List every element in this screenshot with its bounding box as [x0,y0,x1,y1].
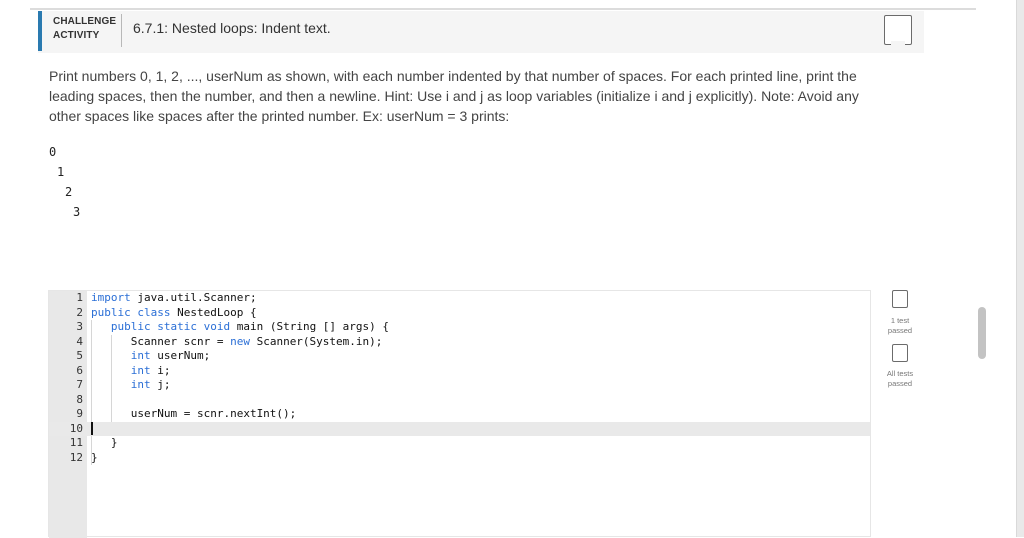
code-line[interactable]: 3 public static void main (String [] arg… [49,320,870,335]
line-number: 7 [76,378,83,391]
example-line: 3 [73,205,81,219]
line-number: 12 [69,450,83,464]
code-line[interactable]: 8 [49,393,870,408]
code-text: } [91,436,118,449]
header-accent-bar [38,11,42,51]
top-divider [30,8,976,10]
instructions-text: Print numbers 0, 1, 2, ..., userNum as s… [49,68,859,124]
code-text: import java.util.Scanner; [91,291,257,304]
line-number: 9 [76,407,83,420]
activity-title: 6.7.1: Nested loops: Indent text. [133,20,331,36]
line-number: 8 [76,392,83,406]
code-text: public class NestedLoop { [91,305,257,319]
code-text [91,421,93,438]
example-line: 1 [57,165,65,179]
completion-badge-icon [884,15,912,46]
activity-content: Print numbers 0, 1, 2, ..., userNum as s… [38,53,924,538]
line-number: 11 [69,436,83,449]
active-code-line[interactable]: 10 [49,421,870,438]
text-cursor [91,421,93,435]
code-line[interactable]: 7 int j; [49,378,870,393]
code-line[interactable]: 9 userNum = scnr.nextInt(); [49,407,870,422]
all-tests-checkbox-icon [892,344,908,362]
code-text: userNum = scnr.nextInt(); [91,407,297,420]
example-line: 2 [65,185,73,199]
page-scrollbar-thumb[interactable] [978,307,986,359]
line-number: 1 [76,291,83,304]
activity-header: CHALLENGE ACTIVITY 6.7.1: Nested loops: … [38,11,924,51]
line-number: 10 [69,421,83,435]
window-scroll-track[interactable] [1016,0,1024,537]
code-text: Scanner scnr = new Scanner(System.in); [91,334,383,348]
line-number: 6 [76,363,83,377]
code-text: int userNum; [130,349,211,362]
code-text: int j; [130,378,171,391]
code-line[interactable]: 4 Scanner scnr = new Scanner(System.in); [49,335,870,350]
code-line[interactable]: 1 import java.util.Scanner; [49,291,870,306]
code-line[interactable]: 2 public class NestedLoop { [49,306,870,321]
header-divider [121,14,122,47]
example-line: 0 [49,145,57,159]
code-editor[interactable]: 1 import java.util.Scanner; 2 public cla… [48,290,871,538]
line-number: 5 [76,349,83,362]
code-line[interactable]: 11 } [49,436,870,451]
challenge-activity: CHALLENGE ACTIVITY 6.7.1: Nested loops: … [38,11,924,538]
all-tests-label: All tests passed [886,369,914,388]
line-number: 2 [76,305,83,319]
one-test-checkbox-icon [892,290,908,308]
code-line[interactable]: 6 int i; [49,364,870,379]
code-text: int i; [130,363,171,377]
code-line[interactable]: 5 int userNum; [49,349,870,364]
line-number: 3 [76,320,83,333]
code-text: public static void main (String [] args)… [110,320,390,333]
one-test-label: 1 test passed [887,316,913,335]
line-number: 4 [76,334,83,348]
code-text: } [91,450,98,464]
code-line[interactable]: 12 } [49,451,870,466]
activity-type-label: CHALLENGE ACTIVITY [53,16,117,41]
